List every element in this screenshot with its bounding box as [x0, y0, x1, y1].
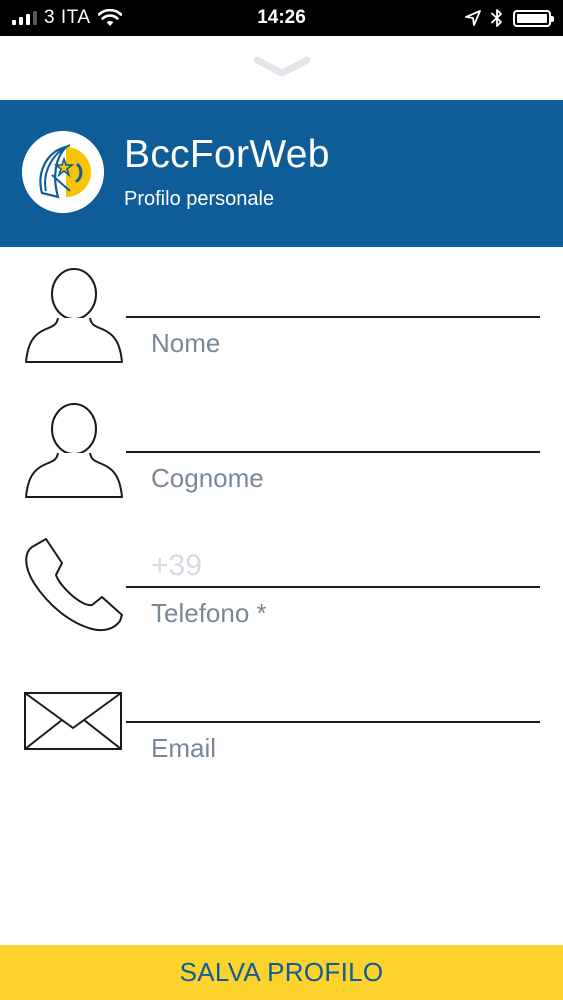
field-row-email: Email: [0, 669, 563, 789]
app-logo: [22, 131, 104, 213]
cognome-label: Cognome: [151, 463, 264, 493]
phone-icon: [25, 538, 123, 632]
status-bar: 3 ITA 14:26: [0, 0, 563, 36]
page-subtitle: Profilo personale: [124, 188, 275, 210]
bcc-logo-icon: [22, 131, 104, 213]
location-icon: [465, 10, 481, 26]
cognome-input[interactable]: [126, 413, 540, 453]
nome-input[interactable]: [126, 278, 540, 318]
envelope-icon: [24, 692, 122, 750]
save-profile-button[interactable]: SALVA PROFILO: [0, 945, 563, 1000]
battery-icon: [513, 9, 554, 27]
telefono-input[interactable]: [126, 548, 540, 588]
field-row-cognome: Cognome: [0, 398, 563, 518]
dismiss-area[interactable]: [0, 36, 563, 100]
nome-label: Nome: [151, 328, 221, 358]
field-row-telefono: Telefono *: [0, 533, 563, 653]
person-icon: [25, 403, 123, 498]
chevron-down-icon[interactable]: [252, 56, 312, 78]
email-input[interactable]: [126, 683, 540, 723]
status-right: [465, 0, 554, 36]
telefono-label: Telefono *: [151, 598, 267, 628]
app-title: BccForWeb: [124, 133, 330, 176]
person-icon: [25, 268, 123, 363]
email-label: Email: [151, 733, 217, 763]
bluetooth-icon: [491, 9, 502, 27]
app-header: BccForWeb Profilo personale: [0, 100, 563, 247]
profile-screen: 3 ITA 14:26 BccForWeb Profilo personale …: [0, 0, 563, 1000]
field-row-nome: Nome: [0, 262, 563, 382]
